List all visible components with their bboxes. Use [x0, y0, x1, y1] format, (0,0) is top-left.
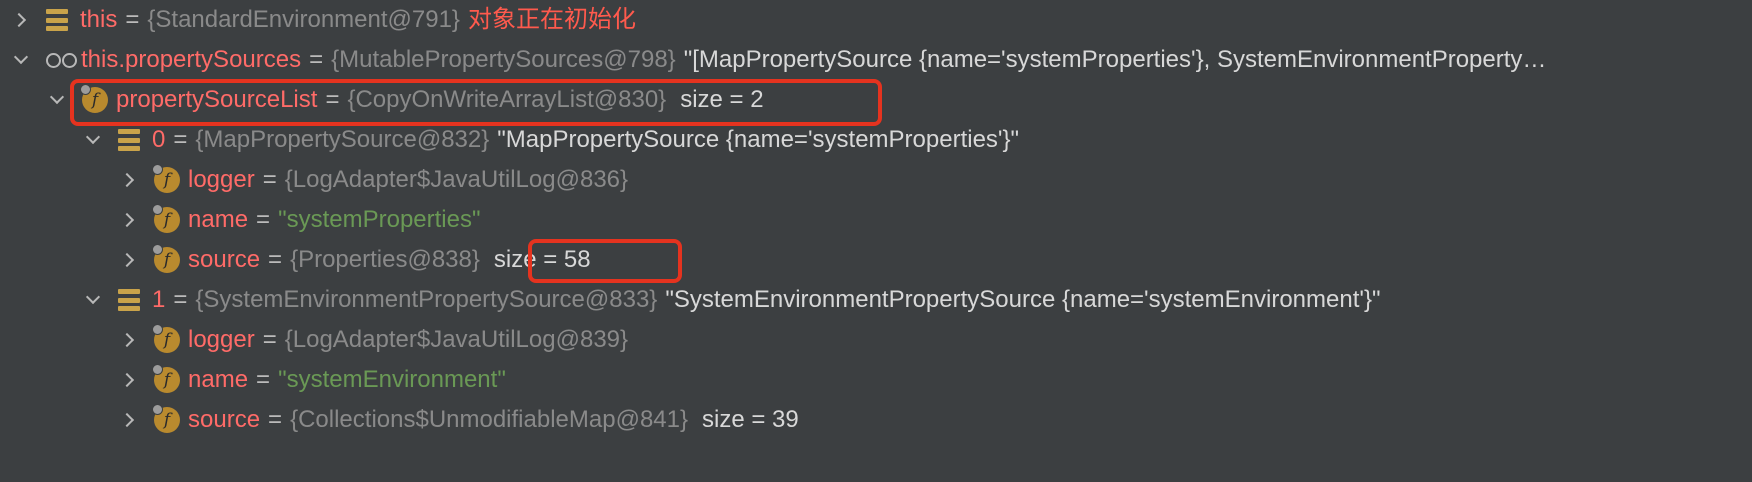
object-reference: {Collections$UnmodifiableMap@841} [290, 406, 688, 433]
equals-sign: = [325, 86, 340, 113]
tree-row-property-source-list[interactable]: f propertySourceList = {CopyOnWriteArray… [50, 80, 764, 120]
object-reference: {CopyOnWriteArrayList@830} [347, 86, 667, 113]
string-value: "systemEnvironment" [278, 366, 506, 393]
tree-row-index-0[interactable]: 0 = {MapPropertySource@832} "MapProperty… [86, 120, 1019, 160]
variable-name: 0 [152, 126, 166, 153]
inline-comment: 对象正在初始化 [467, 6, 636, 33]
equals-sign: = [173, 286, 188, 313]
variable-name: logger [188, 166, 255, 193]
variable-name: this [80, 6, 118, 33]
chevron-right-icon[interactable] [122, 333, 136, 347]
field-icon: f [152, 324, 180, 353]
equals-sign: = [256, 366, 271, 393]
chevron-right-icon[interactable] [122, 413, 136, 427]
chevron-right-icon[interactable] [14, 13, 28, 27]
variable-name: source [188, 406, 261, 433]
tree-row-this[interactable]: this = {StandardEnvironment@791} 对象正在初始化 [14, 0, 636, 40]
variable-name: name [188, 366, 249, 393]
field-icon: f [80, 84, 108, 113]
object-value: "SystemEnvironmentPropertySource {name='… [665, 286, 1381, 313]
equals-sign: = [173, 126, 188, 153]
object-reference: {MutablePropertySources@798} [331, 46, 676, 73]
variable-name: name [188, 206, 249, 233]
object-reference: {StandardEnvironment@791} [147, 6, 460, 33]
variable-name: 1 [152, 286, 166, 313]
chevron-down-icon[interactable] [86, 293, 100, 307]
size-label: size = 58 [493, 246, 591, 273]
tree-row-source[interactable]: f source = {Collections$UnmodifiableMap@… [122, 400, 799, 440]
field-icon: f [152, 204, 180, 233]
chevron-right-icon[interactable] [122, 173, 136, 187]
field-icon: f [152, 404, 180, 433]
variable-name: propertySourceList [116, 86, 318, 113]
tree-row-index-1[interactable]: 1 = {SystemEnvironmentPropertySource@833… [86, 280, 1381, 320]
object-reference: {Properties@838} [290, 246, 480, 273]
tree-row-source[interactable]: f source = {Properties@838} size = 58 [122, 240, 591, 280]
chevron-right-icon[interactable] [122, 253, 136, 267]
object-reference: {LogAdapter$JavaUtilLog@836} [284, 166, 629, 193]
object-value: "[MapPropertySource {name='systemPropert… [683, 46, 1547, 73]
size-label: size = 39 [702, 406, 799, 433]
equals-sign: = [262, 326, 277, 353]
field-icon: f [152, 244, 180, 273]
equals-sign: = [256, 206, 271, 233]
variable-name: this.propertySources [81, 46, 302, 73]
chevron-down-icon[interactable] [50, 93, 64, 107]
field-icon: f [152, 164, 180, 193]
tree-row-property-sources[interactable]: this.propertySources = {MutablePropertyS… [14, 40, 1546, 80]
field-icon: f [152, 364, 180, 393]
object-reference: {SystemEnvironmentPropertySource@833} [195, 286, 658, 313]
equals-sign: = [268, 406, 283, 433]
object-stack-icon [118, 129, 140, 151]
chevron-right-icon[interactable] [122, 373, 136, 387]
object-stack-icon [118, 289, 140, 311]
object-value: "MapPropertySource {name='systemProperti… [497, 126, 1020, 153]
tree-row-name[interactable]: f name = "systemProperties" [122, 200, 481, 240]
tree-row-logger[interactable]: f logger = {LogAdapter$JavaUtilLog@839} [122, 320, 628, 360]
watch-glasses-icon [46, 50, 78, 70]
size-label: size = 2 [680, 86, 764, 113]
equals-sign: = [125, 6, 140, 33]
chevron-right-icon[interactable] [122, 213, 136, 227]
variable-name: source [188, 246, 261, 273]
tree-row-logger[interactable]: f logger = {LogAdapter$JavaUtilLog@836} [122, 160, 628, 200]
equals-sign: = [262, 166, 277, 193]
variable-name: logger [188, 326, 255, 353]
object-reference: {MapPropertySource@832} [195, 126, 490, 153]
chevron-down-icon[interactable] [14, 53, 28, 67]
object-stack-icon [46, 9, 68, 31]
debugger-variables-tree: this = {StandardEnvironment@791} 对象正在初始化… [0, 0, 1752, 482]
chevron-down-icon[interactable] [86, 133, 100, 147]
object-reference: {LogAdapter$JavaUtilLog@839} [284, 326, 629, 353]
equals-sign: = [268, 246, 283, 273]
equals-sign: = [309, 46, 324, 73]
string-value: "systemProperties" [278, 206, 481, 233]
tree-row-name[interactable]: f name = "systemEnvironment" [122, 360, 506, 400]
